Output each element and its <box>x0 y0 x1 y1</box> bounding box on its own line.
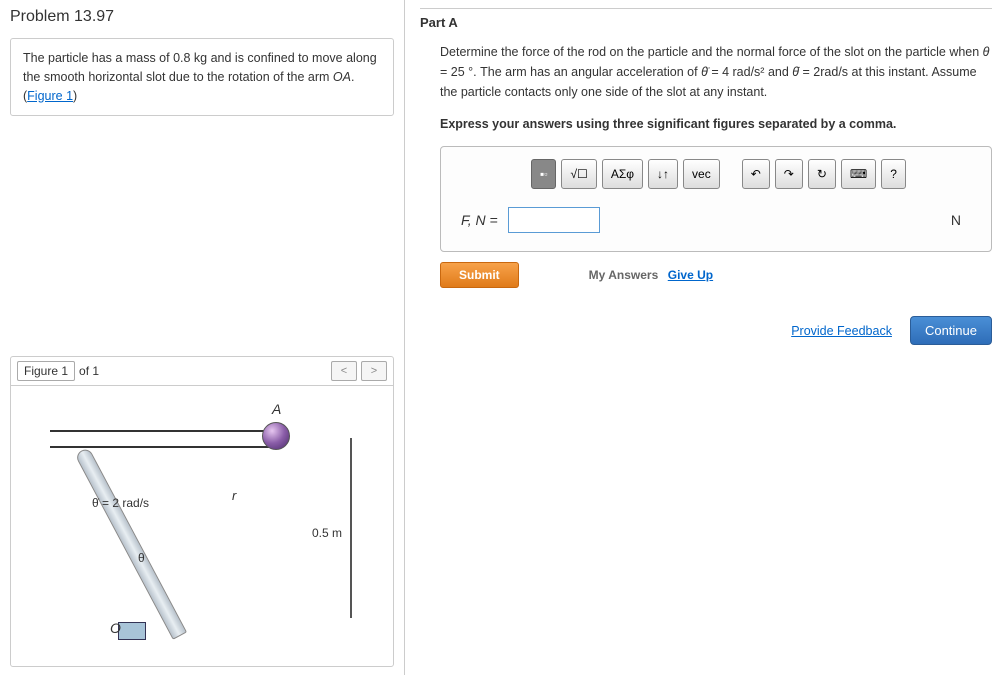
label-theta: θ <box>138 551 145 565</box>
stmt-prefix: The particle has a mass of 0.8 <box>23 51 194 65</box>
q-tdd-val: = 4 rad/s² <box>708 65 765 79</box>
redo-button[interactable]: ↷ <box>775 159 803 189</box>
figure-prev-button[interactable]: < <box>331 361 357 381</box>
figure-link[interactable]: Figure 1 <box>27 89 73 103</box>
q-td-val: = 2rad/s <box>799 65 848 79</box>
give-up-link[interactable]: Give Up <box>668 268 713 282</box>
question-text: Determine the force of the rod on the pa… <box>440 42 992 102</box>
q-and: and <box>764 65 792 79</box>
part-title: Part A <box>420 15 992 30</box>
sqrt-button[interactable]: √☐ <box>561 159 596 189</box>
stmt-arm: OA <box>333 70 351 84</box>
undo-button[interactable]: ↶ <box>742 159 770 189</box>
problem-statement: The particle has a mass of 0.8 kg and is… <box>10 38 394 116</box>
figure-selector[interactable]: Figure 1 <box>17 361 75 381</box>
label-o: O <box>110 620 121 636</box>
stmt-end: ) <box>73 89 77 103</box>
answer-input[interactable] <box>508 207 600 233</box>
greek-button[interactable]: ΑΣφ <box>602 159 643 189</box>
reset-button[interactable]: ↻ <box>808 159 836 189</box>
answer-label: F, N = <box>461 209 498 231</box>
label-a: A <box>272 401 281 417</box>
continue-button[interactable]: Continue <box>910 316 992 345</box>
keyboard-button[interactable]: ⌨ <box>841 159 876 189</box>
problem-title: Problem 13.97 <box>10 8 394 26</box>
label-r: r <box>232 488 236 503</box>
template-button[interactable]: ▪▫ <box>531 159 556 189</box>
q-tdd: θ̈ <box>701 65 708 79</box>
answer-unit: N <box>951 209 961 231</box>
q2: . The arm has an angular acceleration of <box>473 65 701 79</box>
label-thetadot: θ̇ = 2 rad/s <box>92 496 149 510</box>
label-dim: 0.5 m <box>312 526 342 540</box>
q-theta: θ <box>983 45 990 59</box>
help-button[interactable]: ? <box>881 159 906 189</box>
express-instruction: Express your answers using three signifi… <box>440 114 992 134</box>
subscript-button[interactable]: ↓↑ <box>648 159 678 189</box>
q1: Determine the force of the rod on the pa… <box>440 45 983 59</box>
figure-count: of 1 <box>79 364 99 378</box>
figure-diagram: A O r θ θ̇ = 2 rad/s 0.5 m <box>11 386 393 666</box>
my-answers-label: My Answers <box>589 268 659 282</box>
answer-box: ▪▫ √☐ ΑΣφ ↓↑ vec ↶ ↷ ↻ ⌨ ? F, N = N <box>440 146 992 252</box>
submit-button[interactable]: Submit <box>440 262 519 288</box>
vec-button[interactable]: vec <box>683 159 720 189</box>
provide-feedback-link[interactable]: Provide Feedback <box>791 321 892 341</box>
figure-pane: Figure 1 of 1 < > A O r θ <box>10 356 394 667</box>
stmt-kg: kg <box>194 51 207 65</box>
figure-next-button[interactable]: > <box>361 361 387 381</box>
equation-toolbar: ▪▫ √☐ ΑΣφ ↓↑ vec ↶ ↷ ↻ ⌨ ? <box>441 147 991 199</box>
q-eq: = 25 ° <box>440 65 473 79</box>
